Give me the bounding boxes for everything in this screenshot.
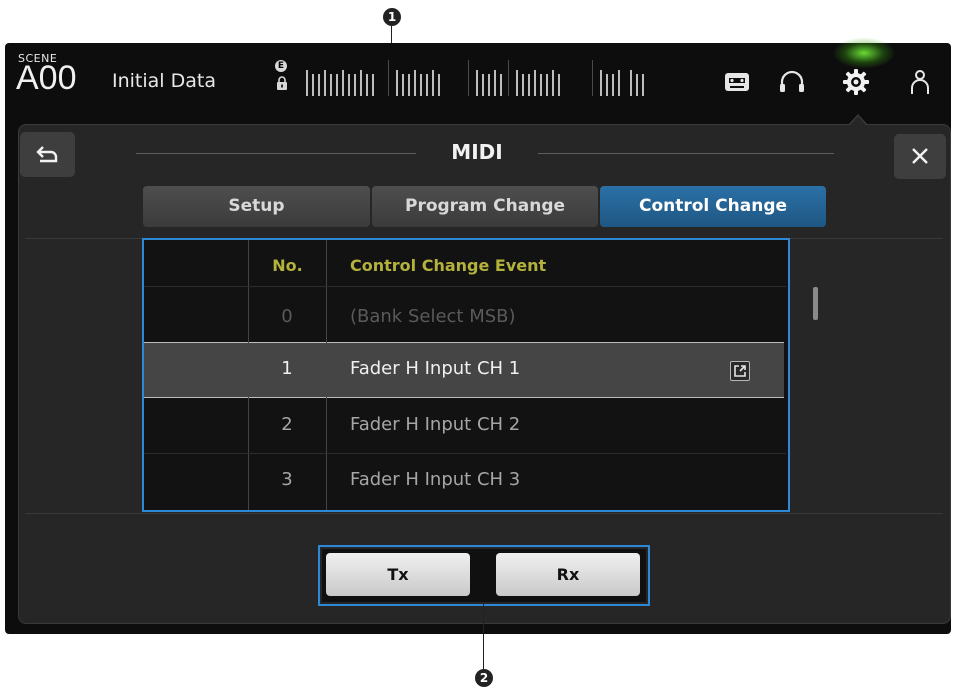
callout-1-highlight — [142, 238, 790, 512]
meter-separator — [508, 60, 509, 96]
window-pointer-inner — [850, 116, 866, 125]
callout-2-highlight — [318, 545, 650, 606]
title-divider-right — [538, 153, 834, 154]
scrollbar-thumb[interactable] — [813, 287, 818, 320]
meter-bar — [438, 74, 440, 96]
back-arrow-icon — [36, 146, 58, 163]
headphones-icon[interactable] — [776, 66, 808, 98]
meter-bar — [636, 74, 638, 96]
title-divider-left — [136, 153, 416, 154]
meter-bar — [618, 70, 620, 96]
lock-icon — [277, 76, 287, 90]
callout-line-2 — [483, 603, 484, 669]
meter-bar — [494, 70, 496, 96]
meter-bar — [476, 70, 478, 96]
meter-bar — [330, 74, 332, 96]
meter-bar — [630, 70, 632, 96]
user-icon[interactable] — [904, 66, 936, 98]
meter-bar — [540, 74, 542, 96]
divider — [25, 513, 943, 514]
callout-2: 2 — [475, 669, 493, 687]
meter-bar — [396, 70, 398, 96]
meter-bar — [348, 74, 350, 96]
meter-bar — [318, 74, 320, 96]
meter-bar — [420, 74, 422, 96]
meter-bar — [402, 74, 404, 96]
tab-program-change[interactable]: Program Change — [372, 186, 598, 227]
meter-bar — [408, 74, 410, 96]
meter-bar — [354, 74, 356, 96]
page-title: MIDI — [451, 140, 503, 164]
meter-bar — [432, 70, 434, 96]
meter-bar — [606, 74, 608, 96]
meter-bar — [366, 74, 368, 96]
callout-1: 1 — [383, 8, 401, 26]
meter-separator — [592, 60, 593, 96]
recorder-icon[interactable] — [721, 66, 753, 98]
meter-bar — [324, 70, 326, 96]
scene-number[interactable]: A00 — [16, 60, 77, 96]
scene-name[interactable]: Initial Data — [112, 70, 216, 92]
meter-bar — [342, 70, 344, 96]
close-button[interactable] — [894, 134, 946, 179]
tab-control-change[interactable]: Control Change — [600, 186, 826, 227]
meter-bar — [534, 70, 536, 96]
back-button[interactable] — [20, 132, 75, 177]
meter-bar — [414, 70, 416, 96]
meter-bar — [516, 70, 518, 96]
meter-bar — [528, 74, 530, 96]
meter-bar — [612, 74, 614, 96]
meter-bar — [488, 74, 490, 96]
meter-bar — [426, 74, 428, 96]
meter-bar — [306, 70, 308, 96]
close-icon — [912, 148, 928, 164]
meter-bar — [360, 70, 362, 96]
tab-setup[interactable]: Setup — [143, 186, 370, 227]
meter-separator — [388, 60, 389, 96]
meter-bar — [500, 74, 502, 96]
meter-bar — [372, 74, 374, 96]
meter-bar — [482, 74, 484, 96]
meter-bar — [522, 74, 524, 96]
meter-bar — [546, 74, 548, 96]
level-meters[interactable] — [300, 60, 685, 96]
meter-bar — [558, 74, 560, 96]
gear-glow — [834, 38, 894, 68]
meter-bar — [336, 74, 338, 96]
meter-bar — [312, 74, 314, 96]
edit-badge: E — [275, 60, 287, 72]
meter-separator — [468, 60, 469, 96]
meter-bar — [642, 74, 644, 96]
meter-bar — [552, 70, 554, 96]
meter-bar — [600, 70, 602, 96]
gear-icon[interactable] — [840, 66, 872, 98]
